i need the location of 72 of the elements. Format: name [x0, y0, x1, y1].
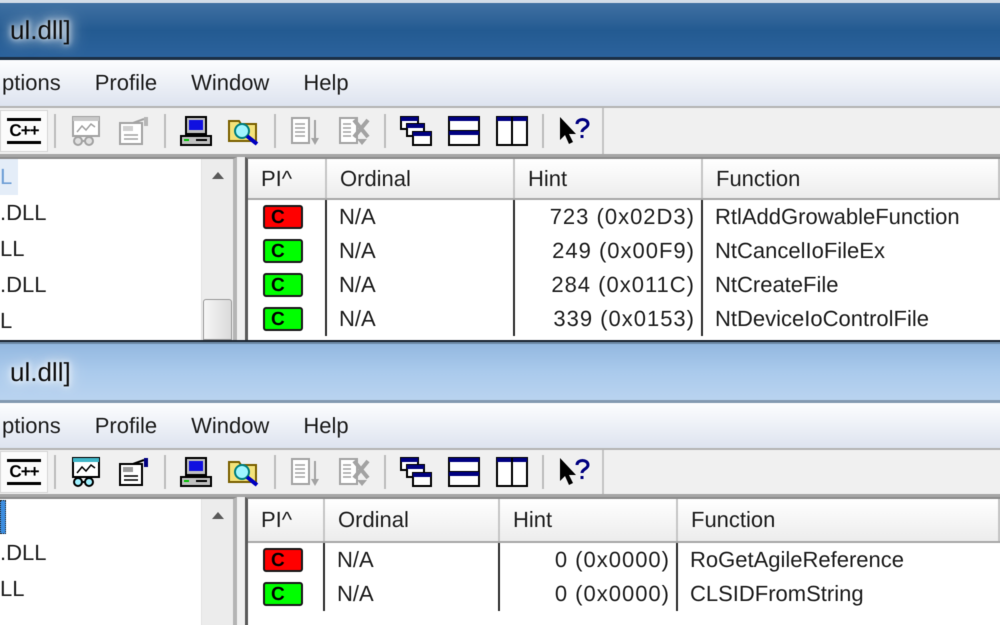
tile-horizontal-icon — [448, 457, 480, 487]
menu-item[interactable]: Help — [286, 414, 366, 436]
menu-item[interactable]: Profile — [78, 72, 174, 94]
status-tag: C — [263, 205, 303, 229]
chart-window-icon — [70, 457, 102, 487]
column-header[interactable]: Ordinal — [325, 499, 500, 541]
list-cross-icon — [338, 457, 370, 487]
table-cell: 723 (0x02D3) — [515, 200, 703, 234]
help-cursor-icon — [558, 457, 590, 487]
table-cell-text: RoGetAgileReference — [689, 546, 906, 574]
status-tag: C — [263, 239, 303, 263]
table-cell-text: NtDeviceIoControlFile — [714, 305, 930, 333]
table-cell: N/A — [327, 234, 515, 268]
table-cell: N/A — [325, 543, 500, 577]
toolbar-button[interactable]: C++ — [0, 451, 48, 493]
list-cross-icon — [338, 116, 370, 146]
list-down-arrow-icon — [290, 457, 322, 487]
menu-item[interactable]: ptions — [0, 72, 78, 94]
tree-item[interactable]: L — [0, 303, 18, 339]
scrollbar-thumb[interactable] — [203, 299, 232, 340]
help-cursor-icon — [558, 116, 590, 146]
list-down-arrow-icon — [290, 116, 322, 146]
table-cell: N/A — [327, 268, 515, 302]
computer-icon — [180, 116, 212, 146]
menu-item[interactable]: ptions — [0, 414, 78, 436]
table-cell-text: RtlAddGrowableFunction — [714, 203, 961, 231]
window-title: ul.dll] — [9, 359, 71, 385]
tile-horizontal-icon — [448, 116, 480, 146]
column-header[interactable]: PI^ — [248, 159, 327, 198]
tree-item[interactable]: .DLL — [0, 267, 52, 303]
table-cell-text: NtCreateFile — [714, 271, 840, 299]
tile-vertical-icon — [496, 116, 528, 146]
cascade-windows-icon — [400, 116, 432, 146]
table-cell: 0 (0x0000) — [500, 577, 678, 611]
tree-item[interactable]: .DLL — [0, 535, 52, 571]
menu-item[interactable]: Window — [174, 414, 286, 436]
menu-item[interactable]: Window — [174, 72, 286, 94]
column-header[interactable]: Function — [703, 159, 1000, 198]
table-cell: 249 (0x00F9) — [515, 234, 703, 268]
tree-item[interactable]: .DLL — [0, 195, 52, 231]
status-tag: C — [263, 582, 303, 606]
table-cell: N/A — [325, 577, 500, 611]
table-cell: 339 (0x0153) — [515, 302, 703, 336]
scroll-up-arrow-icon[interactable] — [212, 172, 224, 179]
table-cell: 0 (0x0000) — [500, 543, 678, 577]
tree-item[interactable] — [0, 500, 6, 534]
properties-sheet-icon — [118, 116, 150, 146]
column-header[interactable]: Ordinal — [327, 159, 515, 198]
scroll-up-arrow-icon[interactable] — [212, 512, 224, 519]
column-header[interactable]: Hint — [515, 159, 703, 198]
tree-item[interactable]: LL — [0, 231, 30, 267]
table-cell: N/A — [327, 302, 515, 336]
menu-item[interactable]: Help — [286, 72, 366, 94]
table-cell: 284 (0x011C) — [515, 268, 703, 302]
cascade-windows-icon — [400, 457, 432, 487]
table-cell-text: CLSIDFromString — [689, 580, 865, 608]
toolbar-button[interactable]: C++ — [0, 110, 48, 152]
table-cell: N/A — [327, 200, 515, 234]
properties-sheet-icon — [118, 457, 150, 487]
menu-item[interactable]: Profile — [78, 414, 174, 436]
status-tag: C — [263, 548, 303, 572]
column-header[interactable]: PI^ — [248, 499, 325, 541]
chart-window-icon — [70, 116, 102, 146]
table-cell-text: NtCancelIoFileEx — [714, 237, 886, 265]
tree-item[interactable]: LL — [0, 571, 30, 607]
column-header[interactable]: Hint — [500, 499, 678, 541]
status-tag: C — [263, 273, 303, 297]
tile-vertical-icon — [496, 457, 528, 487]
status-tag: C — [263, 307, 303, 331]
computer-icon — [180, 457, 212, 487]
column-header[interactable]: Function — [678, 499, 1000, 541]
window-title: ul.dll] — [9, 17, 71, 43]
